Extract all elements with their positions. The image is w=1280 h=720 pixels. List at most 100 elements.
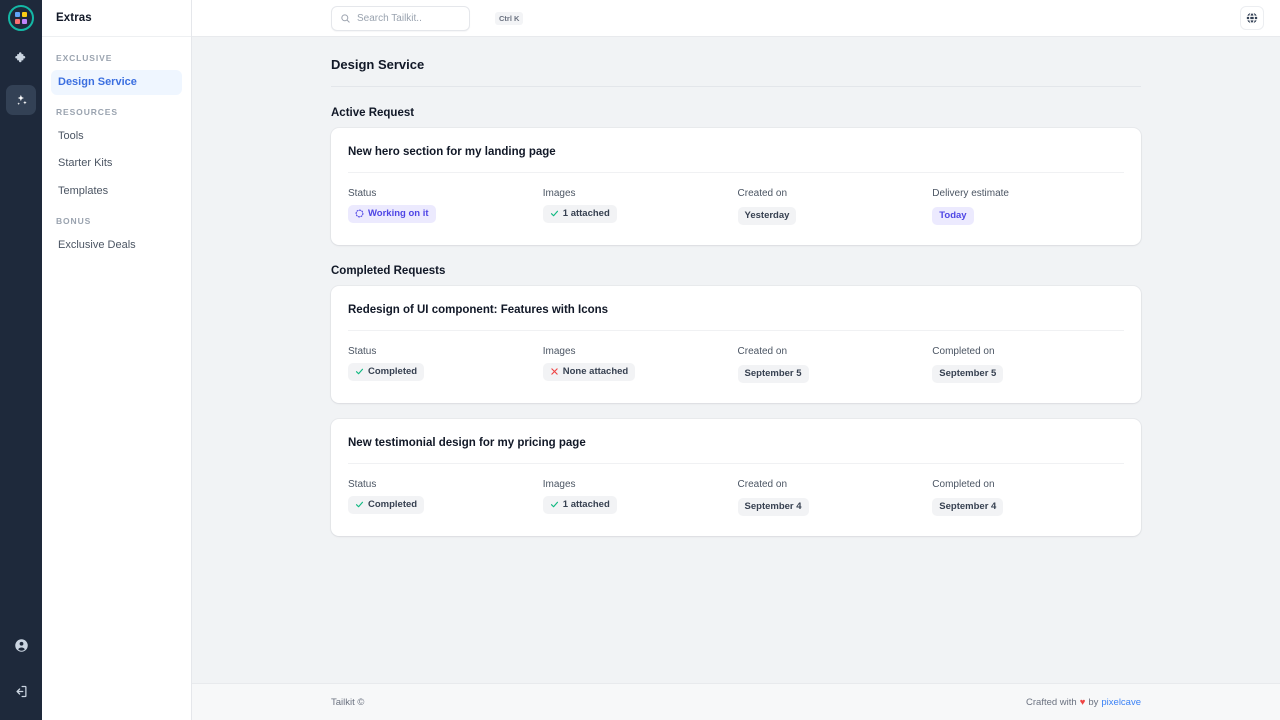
- search-box[interactable]: Ctrl K: [331, 5, 524, 31]
- meta-created-on: Created on Yesterday: [737, 188, 933, 225]
- page-content: Design Service Active Request New hero s…: [192, 37, 1280, 683]
- meta-status: Status Working on it: [348, 188, 543, 225]
- spinner-icon: [355, 209, 364, 218]
- completed-on-text: September 4: [939, 500, 997, 512]
- meta-label: Delivery estimate: [932, 188, 1009, 199]
- meta-images: Images 1 attached: [542, 188, 738, 225]
- request-card[interactable]: Redesign of UI component: Features with …: [331, 285, 1141, 403]
- footer-crafted-text: Crafted with: [1026, 696, 1077, 708]
- check-icon: [550, 500, 559, 509]
- rail-bottom-group: [6, 614, 36, 720]
- sparkles-icon: [16, 94, 27, 105]
- meta-created-on: Created on September 5: [737, 345, 933, 383]
- meta-label: Completed on: [932, 345, 995, 357]
- extras-icon[interactable]: [6, 85, 36, 115]
- topbar: Ctrl K: [192, 0, 1280, 37]
- request-card[interactable]: New hero section for my landing page Sta…: [331, 128, 1141, 245]
- search-input[interactable]: [357, 12, 489, 24]
- footer-copyright: Tailkit ©: [331, 696, 365, 708]
- meta-completed-on: Completed on September 5: [932, 346, 1127, 383]
- created-on-text: September 4: [744, 500, 802, 512]
- meta-created-on: Created on September 4: [737, 478, 933, 516]
- account-icon[interactable]: [6, 630, 36, 660]
- meta-label: Status: [348, 478, 377, 490]
- footer-credit: Crafted with ♥ by pixelcave: [1026, 697, 1141, 708]
- status-text: Working on it: [368, 208, 429, 219]
- logout-arrow-icon: [16, 685, 26, 697]
- meta-label: Images: [542, 345, 576, 357]
- tailkit-logo[interactable]: [8, 5, 34, 31]
- content-container: Design Service Active Request New hero s…: [331, 37, 1141, 536]
- completed-on-badge: September 4: [932, 497, 1004, 516]
- completed-on-text: September 5: [939, 367, 997, 379]
- meta-label: Completed on: [932, 478, 995, 490]
- created-on-badge: Yesterday: [737, 207, 797, 225]
- meta-label: Images: [542, 478, 576, 490]
- created-on-badge: September 5: [737, 364, 809, 383]
- logout-icon[interactable]: [6, 676, 36, 706]
- images-badge: 1 attached: [542, 205, 617, 223]
- status-badge: Completed: [348, 495, 425, 514]
- section-title-active-request: Active Request: [331, 107, 415, 119]
- created-on-text: September 5: [744, 367, 802, 379]
- status-badge: Completed: [348, 362, 425, 381]
- meta-completed-on: Completed on September 4: [932, 479, 1127, 516]
- request-title: New hero section for my landing page: [348, 128, 1124, 173]
- meta-label: Created on: [737, 188, 788, 199]
- delivery-estimate-text: Today: [939, 210, 967, 221]
- meta-label: Images: [542, 188, 576, 199]
- request-meta: Status Completed Images: [348, 464, 1124, 536]
- language-button[interactable]: [1240, 6, 1264, 30]
- images-badge: None attached: [542, 362, 636, 381]
- globe-icon: [1246, 12, 1258, 24]
- completed-on-badge: September 5: [932, 364, 1004, 383]
- created-on-text: Yesterday: [744, 210, 790, 221]
- puzzle-icon: [14, 51, 25, 62]
- check-icon: [355, 367, 364, 376]
- meta-label: Status: [348, 345, 377, 357]
- request-card[interactable]: New testimonial design for my pricing pa…: [331, 418, 1141, 536]
- sidebar-item-design-service[interactable]: Design Service: [51, 70, 182, 96]
- created-on-badge: September 4: [737, 497, 809, 516]
- nav-group-label-resources: RESOURCES: [56, 107, 118, 118]
- sidebar-item-templates[interactable]: Templates: [51, 179, 182, 204]
- search-icon: [340, 13, 351, 24]
- icon-rail: [0, 0, 42, 720]
- nav-group-label-bonus: BONUS: [56, 215, 92, 226]
- status-text: Completed: [368, 498, 418, 510]
- request-meta: Status Working on it Images 1 attached C…: [348, 173, 1124, 245]
- meta-images: Images None attached: [542, 345, 738, 383]
- check-icon: [355, 500, 364, 509]
- meta-label: Created on: [737, 478, 788, 490]
- check-icon: [550, 209, 559, 218]
- images-text: 1 attached: [562, 498, 610, 510]
- nav-group-label-exclusive: EXCLUSIVE: [56, 53, 113, 63]
- footer-inner: Tailkit © Crafted with ♥ by pixelcave: [331, 697, 1141, 708]
- cross-icon: [550, 367, 559, 376]
- sidebar-item-tools[interactable]: Tools: [51, 124, 182, 149]
- sidebar-nav: EXCLUSIVE Design Service RESOURCES Tools…: [42, 37, 191, 720]
- images-badge: 1 attached: [542, 495, 617, 514]
- app-root: Extras EXCLUSIVE Design Service RESOURCE…: [0, 0, 1280, 720]
- request-title: New testimonial design for my pricing pa…: [348, 419, 1124, 464]
- status-text: Completed: [368, 365, 418, 377]
- sidebar-item-exclusive-deals[interactable]: Exclusive Deals: [51, 233, 182, 258]
- request-title: Redesign of UI component: Features with …: [348, 286, 1124, 331]
- status-badge: Working on it: [348, 205, 436, 223]
- search-shortcut-badge: Ctrl K: [495, 11, 524, 25]
- user-circle-icon: [14, 638, 28, 652]
- sidebar-title: Extras: [56, 12, 92, 24]
- meta-label: Status: [348, 188, 377, 199]
- extensions-icon[interactable]: [6, 43, 36, 73]
- footer: Tailkit © Crafted with ♥ by pixelcave: [192, 683, 1280, 720]
- heart-icon: ♥: [1079, 696, 1086, 708]
- images-text: 1 attached: [562, 208, 610, 219]
- meta-status: Status Completed: [348, 346, 543, 383]
- footer-author-link[interactable]: pixelcave: [1101, 697, 1141, 708]
- meta-label: Created on: [737, 345, 788, 357]
- meta-status: Status Completed: [348, 479, 543, 516]
- sidebar-item-starter-kits[interactable]: Starter Kits: [51, 151, 182, 176]
- request-meta: Status Completed Images: [348, 331, 1124, 403]
- logo-dots-icon: [15, 12, 27, 24]
- page-title: Design Service: [331, 57, 1141, 87]
